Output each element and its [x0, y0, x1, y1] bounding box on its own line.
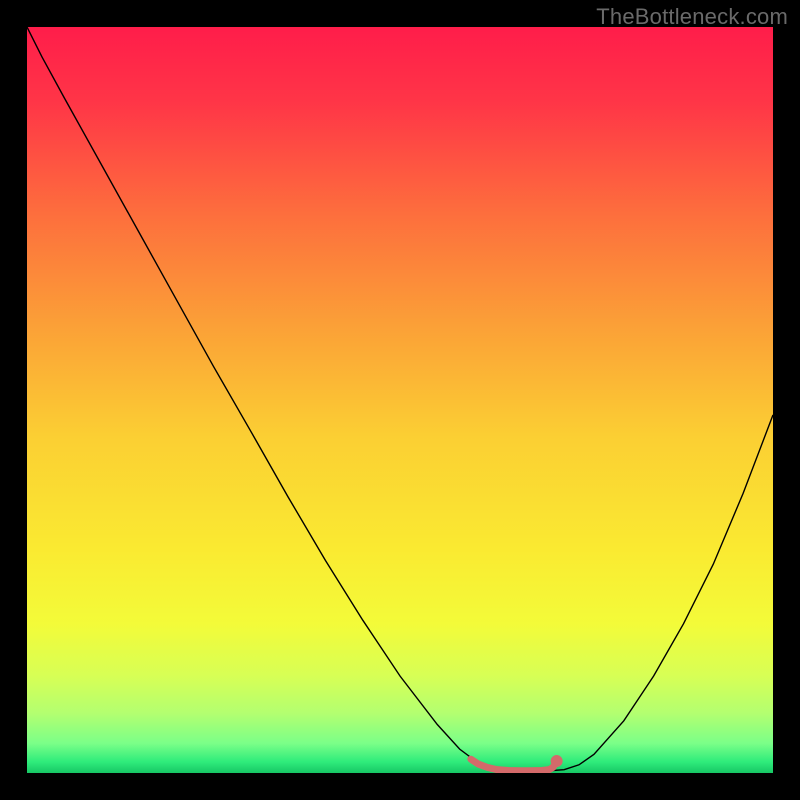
optimal-end-dot [551, 755, 563, 767]
plot-area [27, 27, 773, 773]
chart-frame: TheBottleneck.com [0, 0, 800, 800]
watermark-label: TheBottleneck.com [596, 4, 788, 30]
bottleneck-chart-svg [27, 27, 773, 773]
plot-background [27, 27, 773, 773]
